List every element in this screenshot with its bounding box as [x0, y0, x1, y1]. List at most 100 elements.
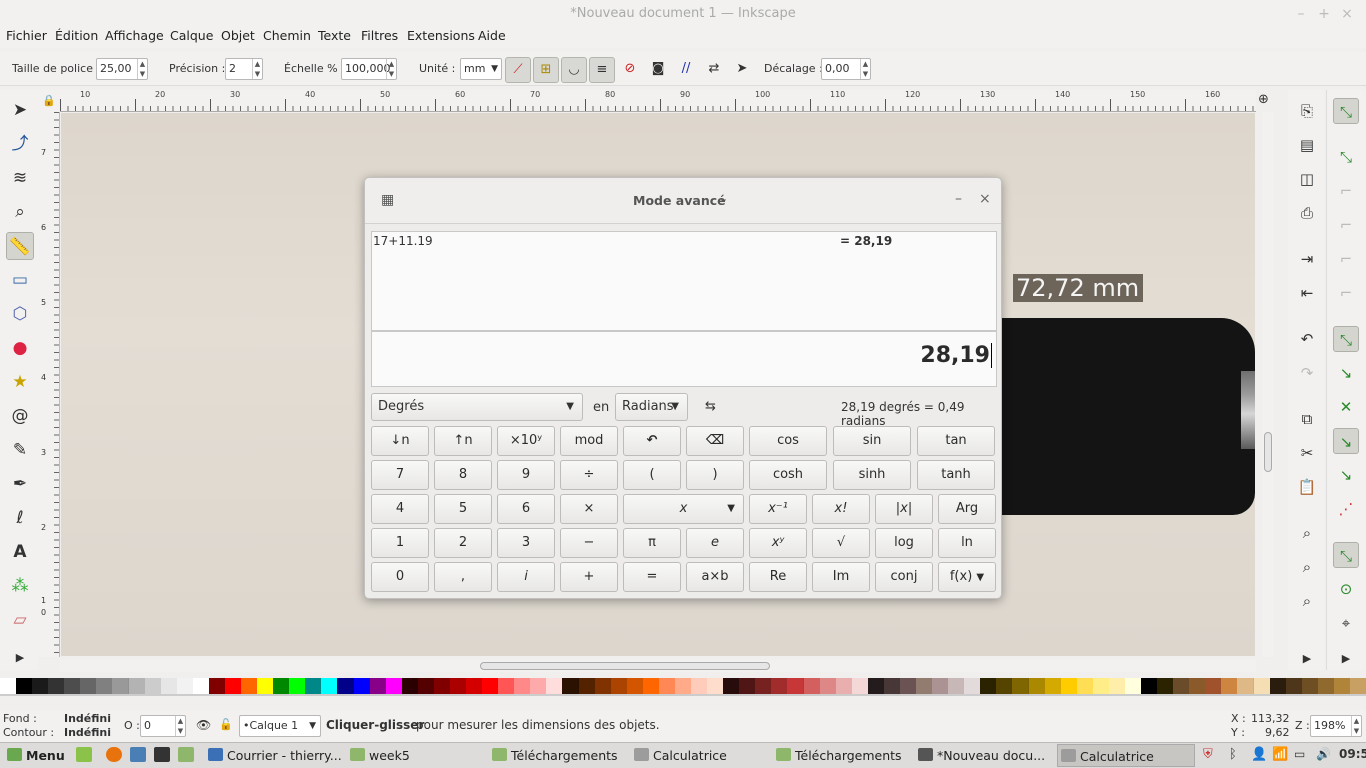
start-menu-button[interactable]: Menu [4, 744, 72, 767]
palette-swatch[interactable] [899, 678, 917, 694]
import-icon[interactable]: ⇥ [1294, 246, 1320, 272]
button-5[interactable]: 5 [434, 494, 492, 524]
horizontal-scroll-thumb[interactable] [480, 662, 770, 670]
to-guides-icon[interactable]: ◙ [645, 57, 671, 83]
network-icon[interactable]: 📶 [1272, 747, 1288, 762]
undo-icon[interactable]: ↶ [623, 426, 681, 456]
star-tool-icon[interactable]: ★ [6, 368, 34, 396]
palette-swatch[interactable] [530, 678, 548, 694]
menu-objet[interactable]: Objet [221, 28, 255, 44]
task-courrier[interactable]: Courrier - thierry... [205, 744, 343, 767]
palette-swatch[interactable] [1349, 678, 1366, 694]
palette-swatch[interactable] [321, 678, 339, 694]
button-conj[interactable]: conj [875, 562, 933, 592]
calculator-close-button[interactable]: × [979, 191, 991, 207]
terminal-icon[interactable] [154, 747, 170, 762]
show-intersections-icon[interactable]: ⊞ [533, 57, 559, 83]
palette-swatch[interactable] [369, 678, 387, 694]
fill-value[interactable]: Indéfini [64, 712, 111, 725]
palette-swatch[interactable] [1269, 678, 1287, 694]
backspace-icon[interactable]: ⌫ [686, 426, 744, 456]
maximize-button[interactable]: + [1313, 0, 1335, 28]
only-selected-icon[interactable]: ≡ [589, 57, 615, 83]
snap-nodes-icon[interactable]: ⤡ [1333, 326, 1359, 352]
button-2[interactable]: 2 [434, 528, 492, 558]
bluetooth-icon[interactable]: ᛒ [1229, 747, 1237, 762]
snap-enable-icon[interactable]: ⤡ [1333, 98, 1359, 124]
palette-swatch[interactable] [980, 678, 998, 694]
zoom-page-icon[interactable]: ⌕ [1294, 588, 1320, 614]
button-e[interactable]: e [686, 528, 744, 558]
minimize-button[interactable]: – [1290, 0, 1312, 28]
palette-swatch[interactable] [1301, 678, 1319, 694]
button-variable-x[interactable]: x ▼ [623, 494, 744, 524]
button-add[interactable]: + [560, 562, 618, 592]
palette-swatch[interactable] [1189, 678, 1207, 694]
palette-swatch[interactable] [948, 678, 966, 694]
precision-input[interactable]: 2 ▲ ▼ [225, 58, 263, 80]
button-subtract[interactable]: − [560, 528, 618, 558]
more-snap-icon[interactable]: ▶ [1333, 646, 1359, 672]
palette-swatch[interactable] [192, 678, 210, 694]
palette-swatch[interactable] [723, 678, 741, 694]
undo-icon[interactable]: ↶ [1294, 326, 1320, 352]
palette-swatch[interactable] [1060, 678, 1078, 694]
firefox-icon[interactable] [106, 747, 122, 762]
pencil-tool-icon[interactable]: ✎ [6, 436, 34, 464]
palette-swatch[interactable] [112, 678, 130, 694]
palette-swatch[interactable] [80, 678, 98, 694]
export-icon[interactable]: ⇤ [1294, 280, 1320, 306]
snap-rotation-center-icon[interactable]: ⌖ [1333, 610, 1359, 636]
show-desktop-icon[interactable] [76, 747, 92, 762]
zoom-input[interactable]: 198% ▲ ▼ [1310, 715, 1362, 737]
layer-select[interactable]: •Calque 1 ▼ [239, 715, 321, 737]
button-arg[interactable]: Arg [938, 494, 996, 524]
palette-swatch[interactable] [273, 678, 291, 694]
history-result[interactable]: = 28,19 [840, 234, 892, 248]
palette-swatch[interactable] [482, 678, 500, 694]
menu-extensions[interactable]: Extensions [407, 28, 475, 44]
menu-edition[interactable]: Édition [55, 28, 98, 44]
button-cos[interactable]: cos [749, 426, 827, 456]
button-multiply[interactable]: × [560, 494, 618, 524]
palette-swatch[interactable] [996, 678, 1014, 694]
palette-swatch[interactable] [0, 678, 17, 694]
open-document-icon[interactable]: ▤ [1294, 132, 1320, 158]
palette-swatch[interactable] [1141, 678, 1158, 694]
settings-icon[interactable] [130, 747, 146, 762]
button-open-paren[interactable]: ( [623, 460, 681, 490]
button-divide[interactable]: ÷ [560, 460, 618, 490]
palette-swatch[interactable] [1253, 678, 1271, 694]
swap-units-button[interactable]: ⇆ [705, 399, 716, 414]
palette-swatch[interactable] [851, 678, 869, 694]
text-tool-icon[interactable]: A [6, 538, 34, 566]
task-telechargements-2[interactable]: Téléchargements [773, 744, 911, 767]
palette-swatch[interactable] [642, 678, 660, 694]
palette-swatch[interactable] [1205, 678, 1223, 694]
palette-swatch[interactable] [755, 678, 773, 694]
cut-icon[interactable]: ✂ [1294, 440, 1320, 466]
snap-center-icon[interactable]: ⊙ [1333, 576, 1359, 602]
button-8[interactable]: 8 [434, 460, 492, 490]
palette-swatch[interactable] [1076, 678, 1094, 694]
pen-tool-icon[interactable]: ✒ [6, 470, 34, 498]
button-multiply-ab[interactable]: a×b [686, 562, 744, 592]
button-log[interactable]: log [875, 528, 933, 558]
ellipse-tool-icon[interactable]: ● [6, 334, 34, 362]
to-item-icon[interactable]: // [673, 57, 699, 83]
battery-icon[interactable]: ▭ [1294, 747, 1305, 761]
button-4[interactable]: 4 [371, 494, 429, 524]
palette-swatch[interactable] [305, 678, 323, 694]
button-7[interactable]: 7 [371, 460, 429, 490]
palette-swatch[interactable] [1221, 678, 1239, 694]
palette-swatch[interactable] [803, 678, 821, 694]
palette-swatch[interactable] [1028, 678, 1046, 694]
palette-swatch[interactable] [176, 678, 194, 694]
button-im[interactable]: Im [812, 562, 870, 592]
node-tool-icon[interactable]: ⤴ [6, 130, 34, 158]
palette-swatch[interactable] [128, 678, 146, 694]
snap-bbox-midpoint-icon[interactable]: ⌐ [1333, 246, 1359, 272]
button-cosh[interactable]: cosh [749, 460, 827, 490]
selector-tool-icon[interactable]: ➤ [6, 96, 34, 124]
task-inkscape[interactable]: *Nouveau docu... [915, 744, 1053, 767]
